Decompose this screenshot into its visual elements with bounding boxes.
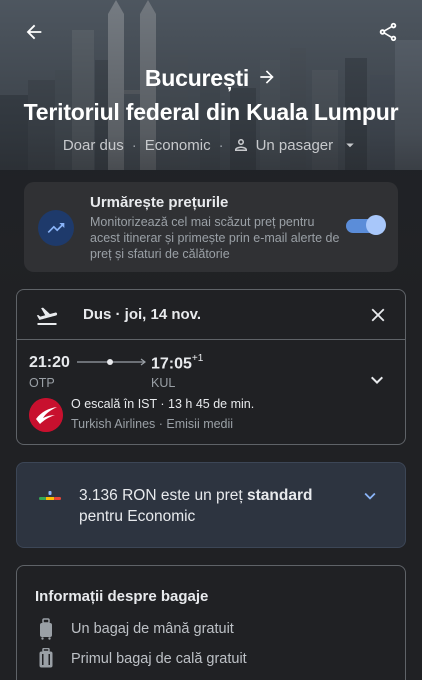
- flight-details[interactable]: 21:20 17:05+1 OTP KUL O escală în IST · …: [17, 340, 405, 444]
- trip-type-selector[interactable]: Doar dus: [63, 137, 124, 154]
- price-insight-card[interactable]: 3.136 RON este un preț standard pentru E…: [16, 462, 406, 548]
- stops-duration: O escală în IST · 13 h 45 de min.: [71, 397, 255, 411]
- arrival-airport-code: KUL: [151, 376, 176, 390]
- chevron-down-icon: [364, 492, 376, 500]
- carry-on-bag-icon: [37, 618, 55, 640]
- checked-bag-icon: [37, 648, 55, 670]
- share-button[interactable]: [372, 16, 404, 48]
- price-level-label: standard: [247, 487, 313, 504]
- baggage-item: Primul bagaj de cală gratuit: [37, 648, 247, 670]
- flight-card-header: Dus · joi, 14 nov.: [17, 290, 405, 340]
- track-prices-description: Monitorizează cel mai scăzut preț pentru…: [90, 215, 340, 261]
- baggage-info-card: Informații despre bagaje Un bagaj de mân…: [16, 565, 406, 680]
- expand-flight-button[interactable]: [365, 368, 389, 392]
- share-icon: [379, 22, 397, 42]
- price-insight-suffix: pentru Economic: [79, 508, 196, 525]
- separator-dot: ·: [218, 136, 224, 154]
- departure-time: 21:20: [29, 354, 70, 371]
- passenger-selector[interactable]: Un pasager: [232, 136, 360, 154]
- trending-up-icon: [38, 210, 74, 246]
- flight-takeoff-icon: [35, 304, 59, 333]
- airline-emissions: Turkish Airlines · Emisii medii: [71, 417, 234, 431]
- track-prices-card: Urmărește prețurile Monitorizează cel ma…: [24, 182, 398, 272]
- back-button[interactable]: [18, 16, 50, 48]
- flight-direction-date: Dus · joi, 14 nov.: [83, 306, 202, 323]
- price-insight-prefix: 3.136 RON este un preț: [79, 487, 248, 504]
- close-button[interactable]: [367, 304, 389, 326]
- baggage-item-label: Primul bagaj de cală gratuit: [71, 651, 247, 667]
- arrow-right-icon: [257, 63, 277, 96]
- arrival-time: 17:05+1: [151, 353, 204, 373]
- close-icon: [371, 308, 385, 322]
- passenger-count: Un pasager: [255, 136, 334, 154]
- flight-card: Dus · joi, 14 nov. 21:20 17:05+1 OTP KUL…: [16, 289, 406, 445]
- cabin-class-selector[interactable]: Economic: [145, 137, 211, 154]
- separator-dot: ·: [131, 136, 137, 154]
- track-prices-title: Urmărește prețurile: [90, 194, 229, 211]
- person-icon: [234, 139, 247, 151]
- chevron-down-icon: [371, 376, 383, 384]
- track-prices-toggle[interactable]: [346, 214, 386, 236]
- departure-airport-code: OTP: [29, 376, 55, 390]
- destination-city: Teritoriul federal din Kuala Lumpur: [23, 99, 399, 126]
- origin-city: București: [144, 65, 250, 91]
- arrival-day-offset: +1: [191, 353, 204, 364]
- baggage-title: Informații despre bagaje: [35, 588, 209, 605]
- arrival-time-value: 17:05: [151, 355, 192, 373]
- search-params: Doar dus · Economic · Un pasager: [0, 136, 422, 154]
- price-insight-text: 3.136 RON este un preț standard pentru E…: [79, 485, 349, 527]
- toggle-thumb: [366, 215, 386, 235]
- route-title: București Teritoriul federal din Kuala L…: [0, 62, 422, 129]
- baggage-item-label: Un bagaj de mână gratuit: [71, 621, 234, 637]
- baggage-item: Un bagaj de mână gratuit: [37, 618, 234, 640]
- turkish-airlines-logo: [29, 398, 63, 432]
- price-level-icon: [39, 491, 61, 500]
- caret-down-icon: [346, 143, 354, 148]
- arrow-back-icon: [26, 24, 42, 40]
- flight-timeline-icon: [77, 358, 146, 366]
